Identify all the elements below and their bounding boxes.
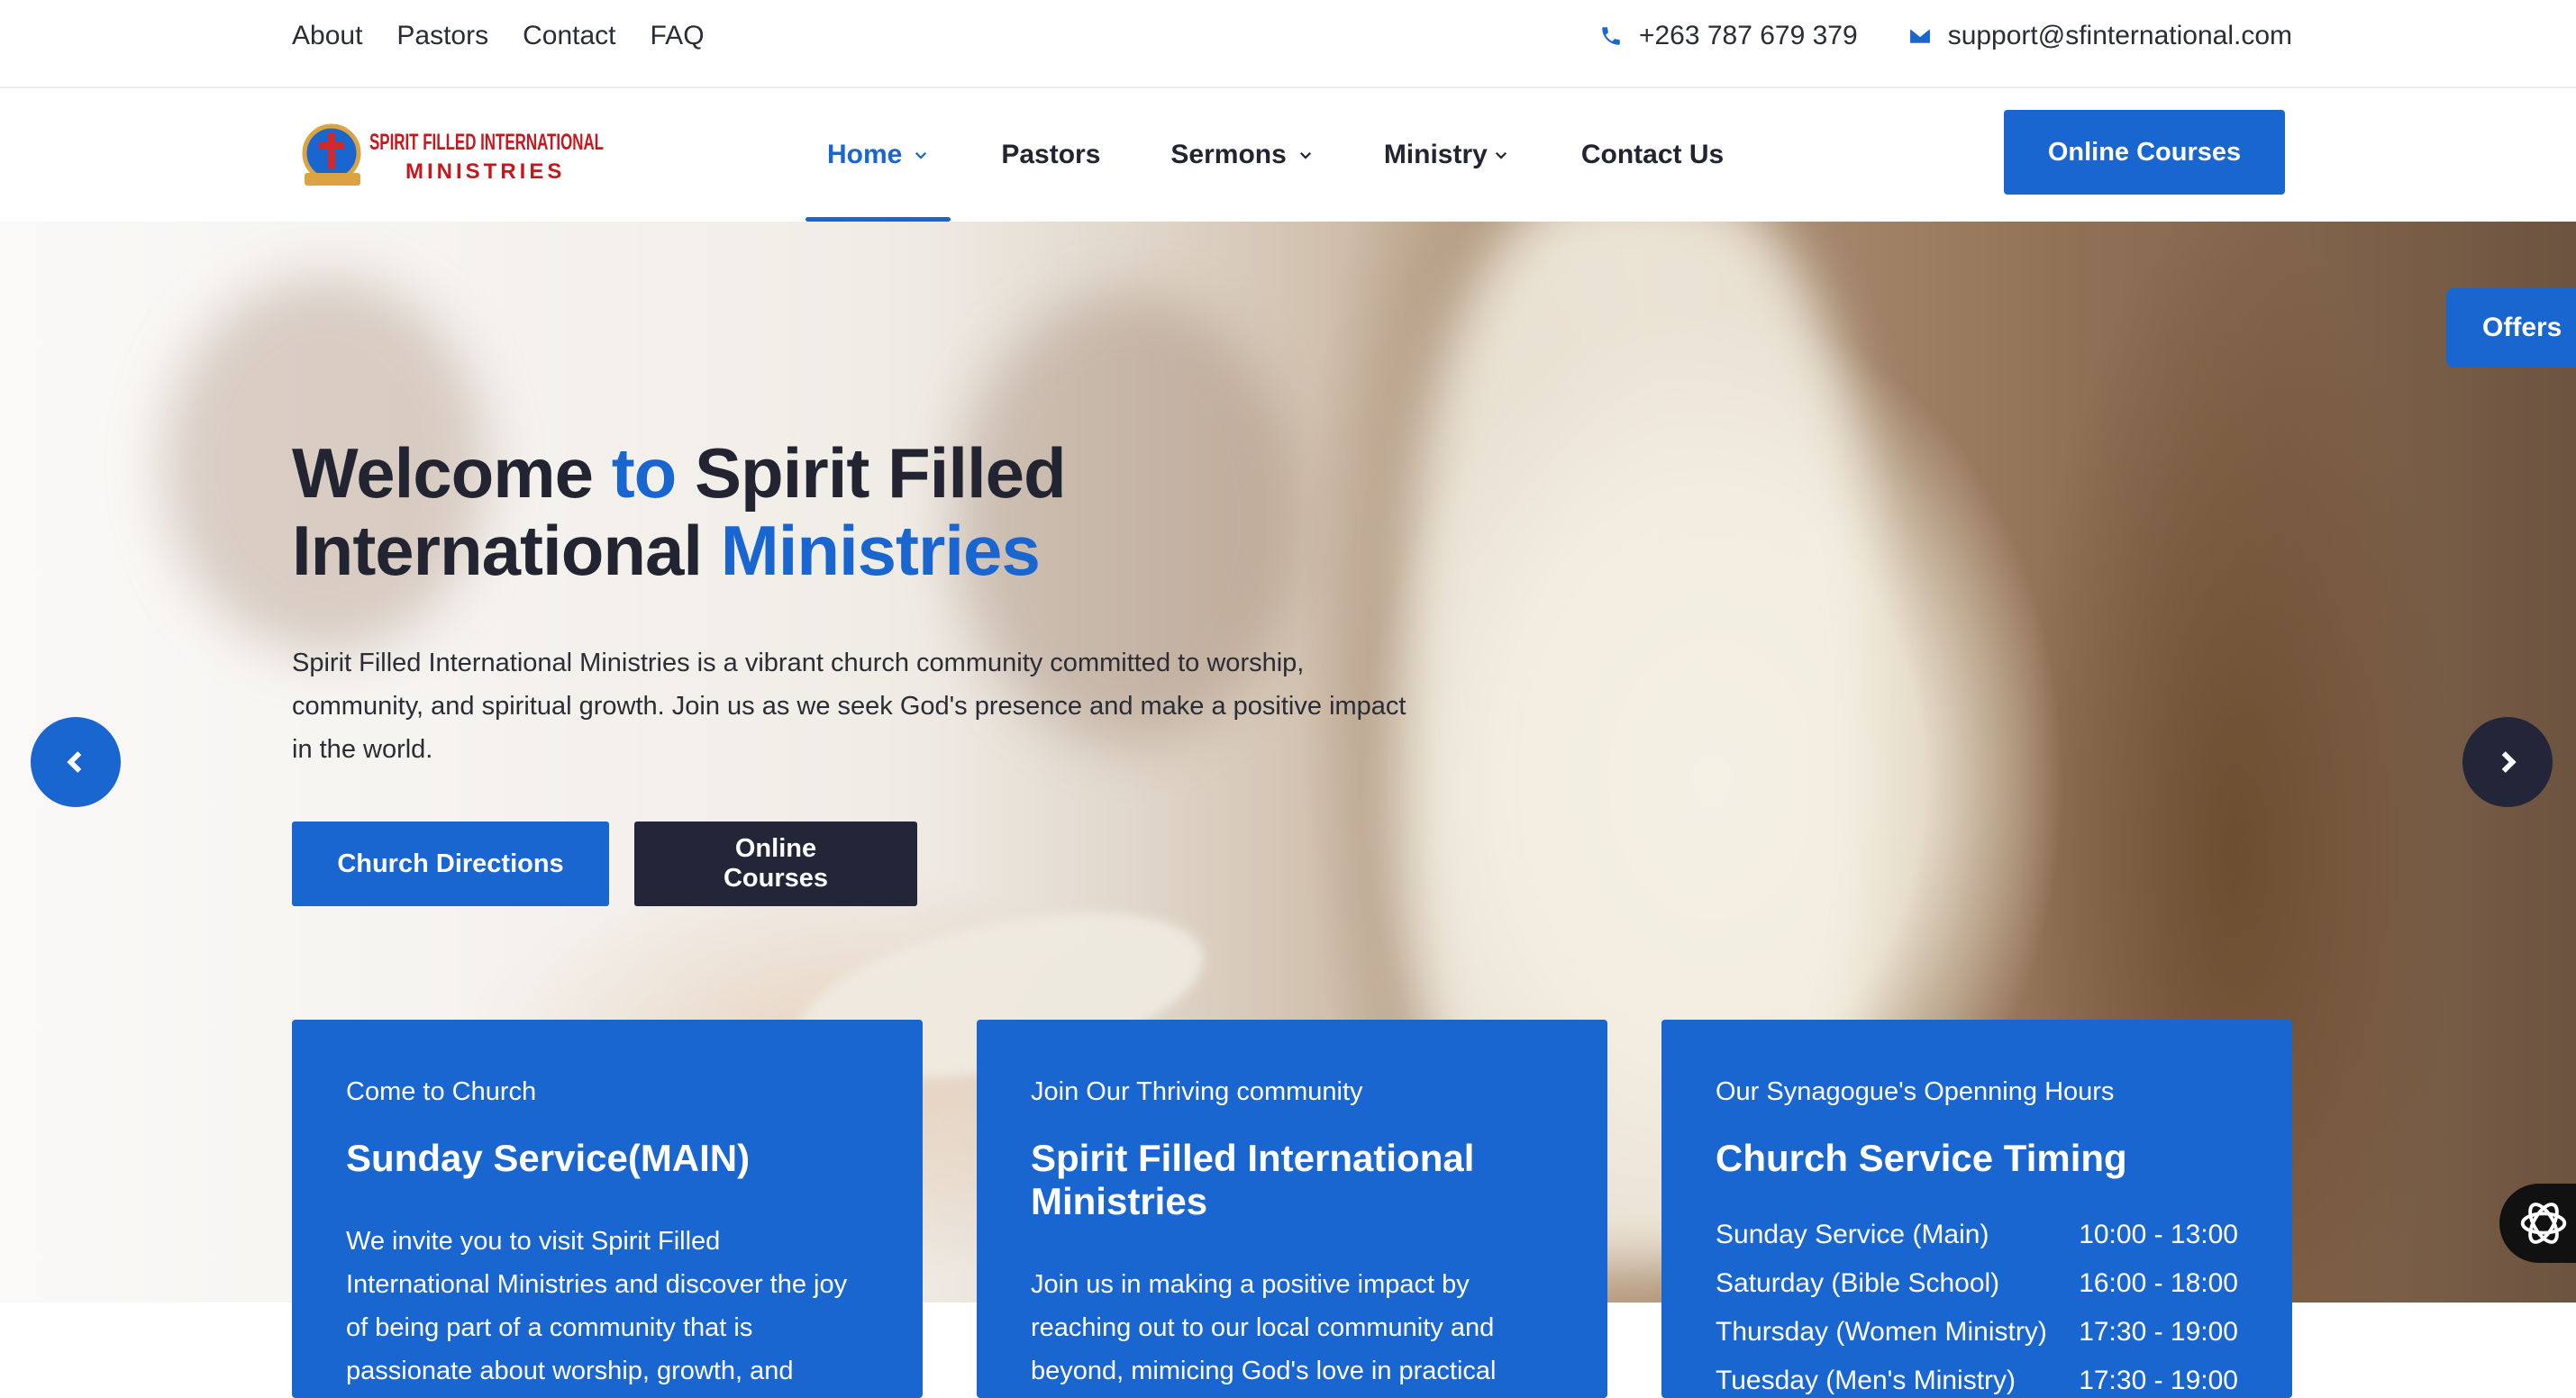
- phone-icon: [1602, 27, 1620, 45]
- nav-item-contact-us[interactable]: Contact Us: [1581, 88, 1724, 222]
- chevron-down-icon: [915, 151, 927, 159]
- card-service-timing: Our Synagogue's Openning Hours Church Se…: [1661, 1020, 2292, 1398]
- chevron-down-icon: [1299, 151, 1311, 159]
- top-link-about[interactable]: About: [292, 18, 362, 54]
- hero-title-accent: to: [611, 433, 678, 513]
- schedule-name: Tuesday (Men's Ministry): [1716, 1366, 2016, 1395]
- logo-line-1: SPIRIT FILLED INTERNATIONAL: [369, 130, 604, 155]
- top-link-contact[interactable]: Contact: [523, 18, 615, 54]
- schedule-row: Thursday (Women Ministry) 17:30 - 19:00: [1716, 1308, 2238, 1357]
- feature-cards: Come to Church Sunday Service(MAIN) We i…: [292, 1020, 2292, 1398]
- card-title: Spirit Filled International Ministries: [1031, 1137, 1475, 1222]
- primary-nav: Home Pastors Sermons Ministry Contact Us: [805, 88, 1724, 222]
- nav-item-sermons[interactable]: Sermons: [1170, 88, 1313, 222]
- slider-next-button[interactable]: [2462, 717, 2553, 807]
- top-links: About Pastors Contact FAQ: [292, 18, 705, 54]
- card-kicker: Join Our Thriving community: [1031, 1077, 1363, 1106]
- phone-number: +263 787 679 379: [1638, 21, 1858, 50]
- hero-title-text: Spirit Filled: [676, 433, 1067, 513]
- card-title: Sunday Service(MAIN): [346, 1137, 751, 1179]
- top-link-pastors[interactable]: Pastors: [396, 18, 488, 54]
- online-courses-button[interactable]: Online Courses: [2004, 110, 2285, 195]
- schedule-name: Saturday (Bible School): [1716, 1268, 2000, 1298]
- hero-buttons: Church Directions Online Courses: [292, 822, 917, 906]
- card-title: Church Service Timing: [1716, 1137, 2127, 1179]
- card-kicker: Our Synagogue's Openning Hours: [1716, 1077, 2115, 1106]
- nav-item-pastors[interactable]: Pastors: [1001, 88, 1100, 222]
- hero-description: Spirit Filled International Ministries i…: [292, 649, 1406, 764]
- openai-icon: [2520, 1203, 2567, 1244]
- schedule-time: 10:00 - 13:00: [2079, 1220, 2238, 1249]
- hero-title: Welcome to Spirit Filled International M…: [292, 434, 1463, 589]
- nav-label-contact-us: Contact Us: [1580, 140, 1725, 169]
- schedule-row: Sunday Service (Main) 10:00 - 13:00: [1716, 1211, 2238, 1259]
- chevron-right-icon: [2501, 751, 2517, 773]
- email-contact[interactable]: support@sfinternational.com: [1908, 18, 2292, 54]
- schedule-time: 17:30 - 19:00: [2079, 1366, 2238, 1395]
- nav-label-pastors: Pastors: [1001, 140, 1101, 169]
- offers-tab[interactable]: Offers: [2446, 288, 2576, 368]
- card-sunday-service: Come to Church Sunday Service(MAIN) We i…: [292, 1020, 923, 1398]
- contact-info: +263 787 679 379 support@sfinternational…: [1599, 18, 2292, 54]
- schedule-time: 16:00 - 18:00: [2079, 1268, 2238, 1298]
- nav-label-ministry: Ministry: [1383, 140, 1488, 169]
- card-body: Join us in making a positive impact by r…: [1031, 1270, 1497, 1385]
- schedule-name: Sunday Service (Main): [1716, 1220, 1989, 1249]
- nav-label-home: Home: [827, 140, 903, 169]
- top-bar: About Pastors Contact FAQ +263 787 679 3…: [0, 0, 2576, 88]
- schedule-row: Saturday (Bible School) 16:00 - 18:00: [1716, 1259, 2238, 1308]
- schedule-name: Thursday (Women Ministry): [1716, 1317, 2047, 1347]
- church-directions-button[interactable]: Church Directions: [292, 822, 609, 906]
- nav-item-ministry[interactable]: Ministry: [1384, 88, 1509, 222]
- top-link-faq[interactable]: FAQ: [651, 18, 705, 54]
- card-community: Join Our Thriving community Spirit Fille…: [977, 1020, 1607, 1398]
- schedule-time: 17:30 - 19:00: [2079, 1317, 2238, 1347]
- hero-title-text: Welcome: [292, 433, 612, 513]
- hero-online-courses-button[interactable]: Online Courses: [634, 822, 917, 906]
- logo-line-2: MINISTRIES: [405, 159, 565, 184]
- hero-title-accent: Ministries: [720, 511, 1041, 590]
- chevron-down-icon: [1495, 151, 1506, 159]
- site-logo[interactable]: SPIRIT FILLED INTERNATIONAL MINISTRIES: [296, 119, 611, 191]
- phone-contact[interactable]: +263 787 679 379: [1599, 18, 1858, 54]
- main-navbar: SPIRIT FILLED INTERNATIONAL MINISTRIES H…: [0, 88, 2576, 222]
- chevron-left-icon: [67, 751, 82, 773]
- email-address: support@sfinternational.com: [1947, 21, 2292, 50]
- card-kicker: Come to Church: [346, 1077, 537, 1106]
- card-body: We invite you to visit Spirit Filled Int…: [346, 1227, 848, 1385]
- schedule-row: Tuesday (Men's Ministry) 17:30 - 19:00: [1716, 1357, 2238, 1398]
- envelope-icon: [1909, 29, 1930, 43]
- slider-prev-button[interactable]: [31, 717, 121, 807]
- chat-widget-button[interactable]: [2499, 1184, 2576, 1263]
- service-schedule: Sunday Service (Main) 10:00 - 13:00 Satu…: [1716, 1211, 2238, 1398]
- nav-item-home[interactable]: Home: [805, 88, 951, 222]
- nav-label-sermons: Sermons: [1170, 140, 1287, 169]
- hero-content: Welcome to Spirit Filled International M…: [292, 434, 1463, 771]
- hero-title-text: International: [292, 511, 721, 590]
